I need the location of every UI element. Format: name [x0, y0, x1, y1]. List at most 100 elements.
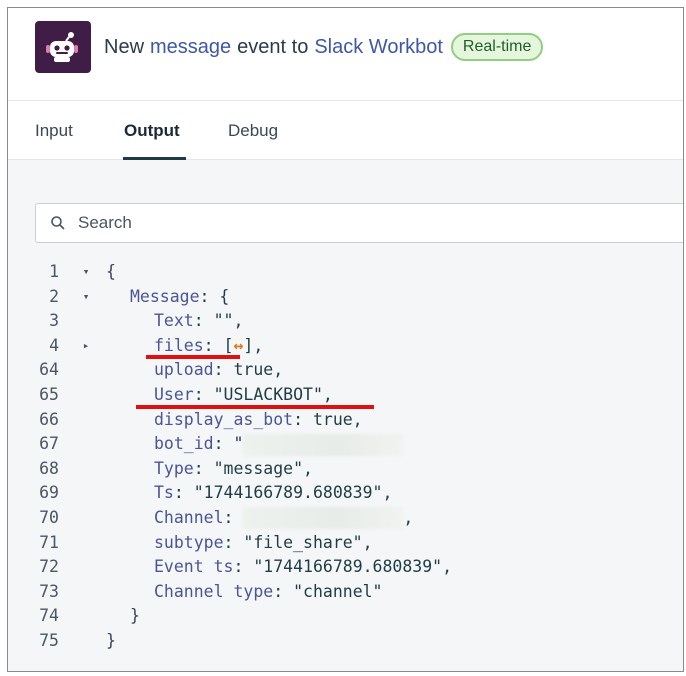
line-number: 70	[39, 507, 59, 527]
code-text: upload: true,	[154, 358, 283, 383]
code-text: }	[130, 604, 140, 629]
code-line: 72 Event ts: "1744166789.680839",	[8, 555, 683, 580]
code-line: 71 subtype: "file_share",	[8, 531, 683, 556]
code-line: 1 ▾ {	[8, 260, 683, 285]
recipe-step-panel: New message event to Slack Workbot Real-…	[7, 7, 684, 672]
redacted-value	[243, 433, 404, 456]
json-key[interactable]: Channel type	[154, 582, 273, 601]
slack-workbot-robot-icon	[35, 21, 91, 73]
json-value: {	[106, 262, 116, 281]
code-line: 3 Text: "",	[8, 309, 683, 334]
search-input[interactable]	[76, 212, 580, 234]
code-text: Type: "message",	[154, 457, 313, 482]
collapse-caret-icon[interactable]: ▾	[80, 260, 92, 285]
json-value: : "channel"	[273, 581, 383, 601]
app-link[interactable]: Slack Workbot	[314, 36, 443, 59]
output-panel: 1 ▾ {2 ▾ Message: { 3 Text: "", 4 ▸ files: [↔], 64…	[8, 160, 683, 671]
json-value: : true,	[293, 409, 363, 429]
line-number: 74	[39, 606, 59, 626]
line-number: 65	[39, 384, 59, 404]
code-text: Channel: ,	[154, 506, 413, 531]
json-value: :	[223, 507, 244, 527]
line-number: 68	[39, 458, 59, 478]
code-text: Message: {	[130, 285, 229, 310]
line-number: 75	[39, 630, 59, 650]
json-tree-viewer: 1 ▾ {2 ▾ Message: { 3 Text: "", 4 ▸ files: [↔], 64…	[8, 260, 683, 654]
line-number: 66	[39, 409, 59, 429]
json-value: : "1744166789.680839",	[233, 557, 453, 577]
search-icon	[51, 216, 65, 230]
code-text: Ts: "1744166789.680839",	[154, 481, 392, 506]
code-text: }	[106, 629, 116, 654]
json-key[interactable]: Text	[154, 311, 194, 330]
json-value: : "USLACKBOT",	[193, 384, 333, 404]
json-key[interactable]: User	[154, 385, 194, 404]
line-number: 1	[49, 262, 59, 281]
json-value: : "",	[193, 311, 244, 331]
line-number: 69	[39, 483, 59, 503]
object-link[interactable]: message	[150, 36, 231, 59]
code-line: 64 upload: true,	[8, 358, 683, 383]
tab-input[interactable]: Input	[35, 121, 73, 141]
code-line: 2 ▾ Message: {	[8, 285, 683, 310]
code-line: 68 Type: "message",	[8, 457, 683, 482]
code-line: 75}	[8, 629, 683, 654]
json-value: : "1744166789.680839",	[173, 483, 393, 503]
json-key[interactable]: display_as_bot	[154, 410, 293, 429]
redacted-value	[243, 507, 404, 530]
json-value: }	[130, 606, 140, 626]
line-number: 4	[49, 335, 59, 355]
code-text: subtype: "file_share",	[154, 531, 373, 556]
json-key[interactable]: bot_id	[154, 434, 214, 453]
code-text: bot_id: "	[154, 432, 404, 457]
search-box[interactable]	[35, 203, 683, 243]
line-number: 71	[39, 532, 59, 552]
json-value: : true,	[213, 360, 284, 380]
json-punctuation: ,	[403, 507, 414, 527]
json-key[interactable]: subtype	[154, 533, 224, 552]
code-text: display_as_bot: true,	[154, 408, 363, 433]
title-prefix: New	[104, 35, 145, 58]
expand-array-icon[interactable]: ↔	[233, 336, 243, 355]
json-key[interactable]: Type	[154, 459, 194, 478]
step-title: New message event to Slack Workbot Real-…	[104, 33, 544, 61]
step-header: New message event to Slack Workbot Real-…	[8, 8, 683, 101]
code-text: Event ts: "1744166789.680839",	[154, 555, 452, 580]
json-punctuation: ],	[243, 335, 264, 355]
json-key[interactable]: Channel	[154, 508, 224, 527]
json-value: : "file_share",	[223, 532, 373, 552]
highlight-underline-files	[146, 355, 240, 360]
json-value: : "message",	[193, 458, 313, 478]
code-line: 4 ▸ files: [↔],	[8, 334, 683, 359]
json-key[interactable]: upload	[154, 360, 214, 379]
code-text: Channel type: "channel"	[154, 580, 383, 605]
collapse-caret-icon[interactable]: ▾	[80, 285, 92, 310]
code-line: 74}	[8, 604, 683, 629]
line-number: 72	[39, 557, 59, 577]
code-line: 66 display_as_bot: true,	[8, 408, 683, 433]
json-key[interactable]: Message	[130, 287, 200, 306]
json-value: }	[106, 630, 116, 650]
highlight-underline-user	[136, 404, 374, 409]
tab-debug[interactable]: Debug	[228, 121, 278, 141]
tab-output[interactable]: Output	[124, 121, 180, 141]
json-value: : {	[199, 286, 230, 306]
code-line: 67 bot_id: "	[8, 432, 683, 457]
title-middle: event to	[237, 35, 309, 58]
realtime-badge: Real-time	[450, 33, 544, 61]
tab-bar: Input Output Debug	[8, 101, 683, 160]
line-number: 64	[39, 360, 59, 380]
line-number: 2	[49, 286, 59, 306]
code-line: 70 Channel: ,	[8, 506, 683, 531]
code-line: 69 Ts: "1744166789.680839",	[8, 481, 683, 506]
json-value: : [	[203, 335, 234, 355]
json-key[interactable]: Event ts	[154, 557, 233, 576]
line-number: 3	[49, 311, 59, 331]
json-key[interactable]: files	[154, 336, 204, 355]
json-value: : "	[213, 434, 244, 454]
line-number: 73	[39, 581, 59, 601]
code-text: Text: "",	[154, 309, 243, 334]
code-text: {	[106, 260, 116, 285]
expand-caret-icon[interactable]: ▸	[80, 334, 92, 359]
json-key[interactable]: Ts	[154, 483, 174, 502]
